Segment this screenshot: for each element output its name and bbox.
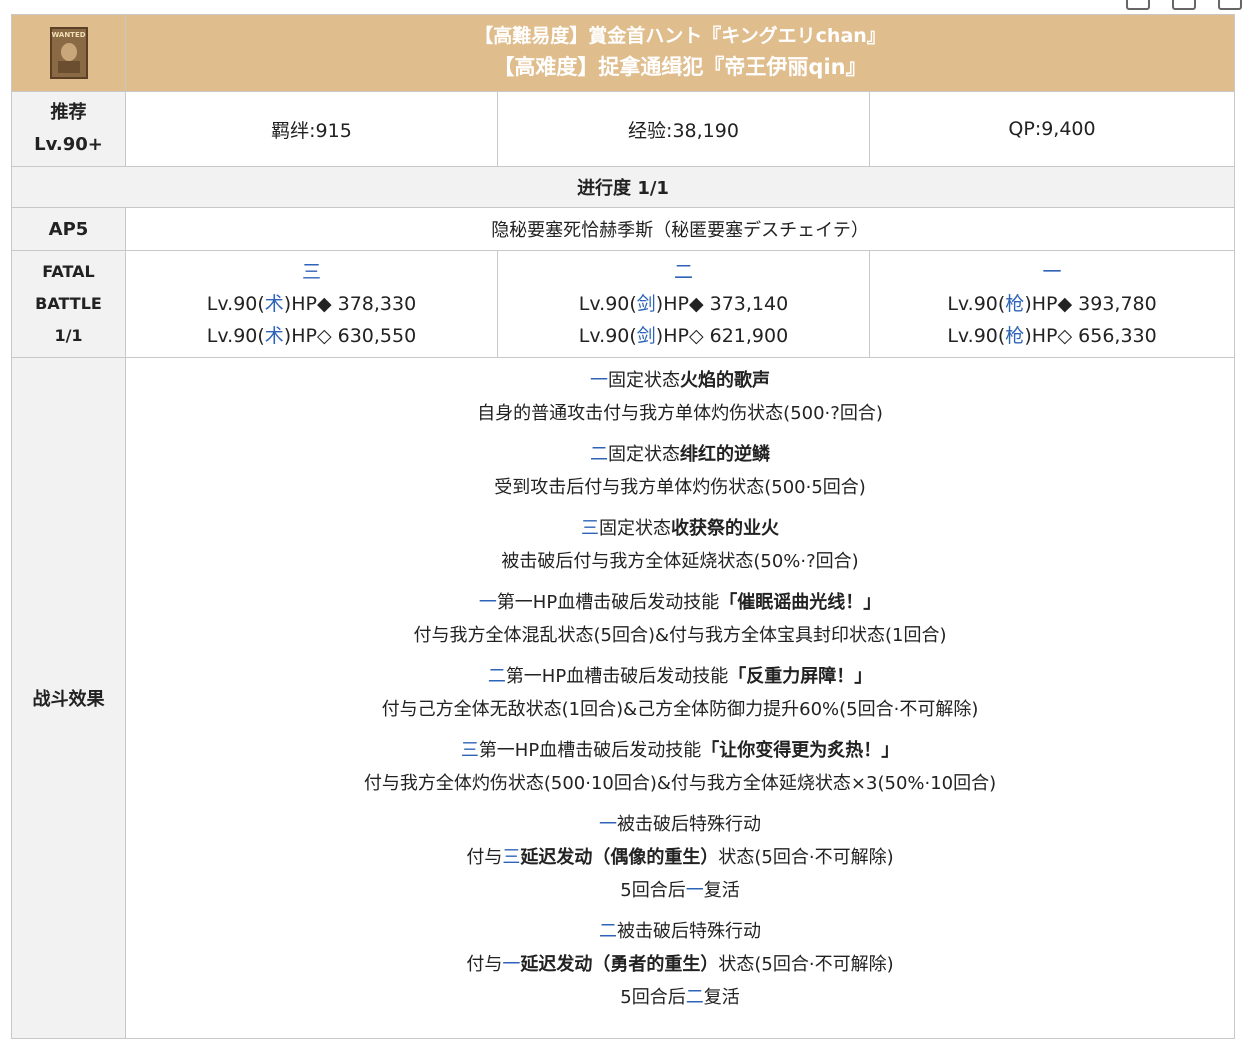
ap-row: AP5 隐秘要塞死恰赫季斯（秘匿要塞デスチェイテ） — [11, 207, 1236, 251]
enemy-class-link[interactable]: 术 — [265, 325, 284, 347]
effect-item: 一固定状态火焰的歌声 自身的普通攻击付与我方单体灼伤状态(500·?回合) — [126, 364, 1234, 430]
logo-text: WANTED — [51, 31, 86, 39]
effect-desc: 自身的普通攻击付与我方单体灼伤状态(500·?回合) — [477, 403, 883, 424]
qp-value: QP:9,400 — [868, 91, 1236, 167]
effects-row: 战斗效果 一固定状态火焰的歌声 自身的普通攻击付与我方单体灼伤状态(500·?回… — [11, 357, 1236, 1039]
reward-row: 推荐 Lv.90+ 羁绊:915 经验:38,190 QP:9,400 — [11, 91, 1236, 167]
enemy-row: FATAL BATTLE 1/1 三 Lv.90(术)HP◆ 378,330 L… — [11, 250, 1236, 358]
enemy-hp-line-2: Lv.90(术)HP◇ 630,550 — [206, 325, 417, 347]
battle-effects-cell: 一固定状态火焰的歌声 自身的普通攻击付与我方单体灼伤状态(500·?回合) 二固… — [124, 357, 1236, 1039]
effect-item: 三固定状态收获祭的业火 被击破后付与我方全体延烧状态(50%·?回合) — [126, 512, 1234, 578]
wanted-poster-icon: WANTED — [49, 27, 88, 79]
enemy-class-link[interactable]: 枪 — [1005, 325, 1024, 347]
quest-title-cell: 【高難易度】賞金首ハント『キングエリchan』 【高难度】捉拿通缉犯『帝王伊丽q… — [124, 14, 1236, 92]
effect-desc: 被击破后付与我方全体延烧状态(50%·?回合) — [501, 551, 859, 572]
enemy-marker: 三 — [301, 261, 321, 283]
special-action-item: 二被击破后特殊行动 付与一延迟发动（勇者的重生）状态(5回合·不可解除) 5回合… — [466, 921, 894, 1008]
quest-info-table: WANTED 【高難易度】賞金首ハント『キングエリchan』 【高难度】捉拿通缉… — [10, 14, 1236, 1039]
recommend-label: 推荐 Lv.90+ — [11, 91, 126, 167]
enemy-marker: 一 — [1042, 261, 1062, 283]
effect-desc: 付与我方全体灼伤状态(500·10回合)&付与我方全体延烧状态×3(50%·10… — [363, 773, 997, 794]
enemy-hp-line-1: Lv.90(术)HP◆ 378,330 — [206, 293, 417, 315]
quest-header-row: WANTED 【高難易度】賞金首ハント『キングエリchan』 【高难度】捉拿通缉… — [11, 14, 1236, 92]
enemy-cell-3: 一 Lv.90(枪)HP◆ 393,780 Lv.90(枪)HP◇ 656,33… — [868, 250, 1236, 358]
enemy-hp-line-2: Lv.90(剑)HP◇ 621,900 — [578, 325, 789, 347]
enemy-class-link[interactable]: 剑 — [637, 325, 656, 347]
enemy-hp-line-2: Lv.90(枪)HP◇ 656,330 — [947, 325, 1157, 347]
enemy-cell-1: 三 Lv.90(术)HP◆ 378,330 Lv.90(术)HP◇ 630,55… — [125, 250, 498, 358]
effect-item: 一第一HP血槽击破后发动技能「催眠谣曲光线！」 付与我方全体混乱状态(5回合)&… — [126, 586, 1234, 652]
effect-item: 三第一HP血槽击破后发动技能「让你变得更为炙热！」 付与我方全体灼伤状态(500… — [126, 734, 1234, 800]
exp-value: 经验:38,190 — [497, 91, 870, 167]
effect-desc: 受到攻击后付与我方单体灼伤状态(500·5回合) — [494, 477, 866, 498]
enemy-class-link[interactable]: 剑 — [637, 293, 656, 315]
battle-effects-label: 战斗效果 — [11, 357, 126, 1039]
quest-title-cn: 【高难度】捉拿通缉犯『帝王伊丽qin』 — [493, 55, 867, 79]
effect-item: 二第一HP血槽击破后发动技能「反重力屏障！」 付与己方全体无敌状态(1回合)&己… — [126, 660, 1234, 726]
enemy-hp-line-1: Lv.90(剑)HP◆ 373,140 — [578, 293, 789, 315]
effect-desc: 付与己方全体无敌状态(1回合)&己方全体防御力提升60%(5回合·不可解除) — [381, 699, 979, 720]
ap-label: AP5 — [11, 207, 126, 251]
bond-value: 羁绊:915 — [125, 91, 498, 167]
fatal-battle-label: FATAL BATTLE 1/1 — [11, 250, 126, 358]
quest-location: 隐秘要塞死恰赫季斯（秘匿要塞デスチェイテ） — [124, 207, 1236, 251]
quest-logo-cell: WANTED — [11, 14, 126, 92]
enemy-class-link[interactable]: 枪 — [1005, 293, 1024, 315]
quest-title-jp: 【高難易度】賞金首ハント『キングエリchan』 — [474, 25, 886, 47]
corner-toolbar — [1126, 0, 1242, 10]
effect-item: 二固定状态绯红的逆鳞 受到攻击后付与我方单体灼伤状态(500·5回合) — [126, 438, 1234, 504]
enemy-marker: 二 — [673, 261, 693, 283]
print-icon[interactable] — [1172, 0, 1196, 10]
enemy-class-link[interactable]: 术 — [265, 293, 284, 315]
progress-label: 进行度 1/1 — [10, 166, 1236, 208]
special-action-item: 一被击破后特殊行动 付与三延迟发动（偶像的重生）状态(5回合·不可解除) 5回合… — [466, 814, 894, 901]
window-icon[interactable] — [1126, 0, 1150, 10]
enemy-cell-2: 二 Lv.90(剑)HP◆ 373,140 Lv.90(剑)HP◇ 621,90… — [497, 250, 870, 358]
progress-row: 进行度 1/1 — [10, 166, 1236, 208]
effect-desc: 付与我方全体混乱状态(5回合)&付与我方全体宝具封印状态(1回合) — [413, 625, 947, 646]
close-icon[interactable] — [1218, 0, 1242, 10]
enemy-hp-line-1: Lv.90(枪)HP◆ 393,780 — [947, 293, 1157, 315]
